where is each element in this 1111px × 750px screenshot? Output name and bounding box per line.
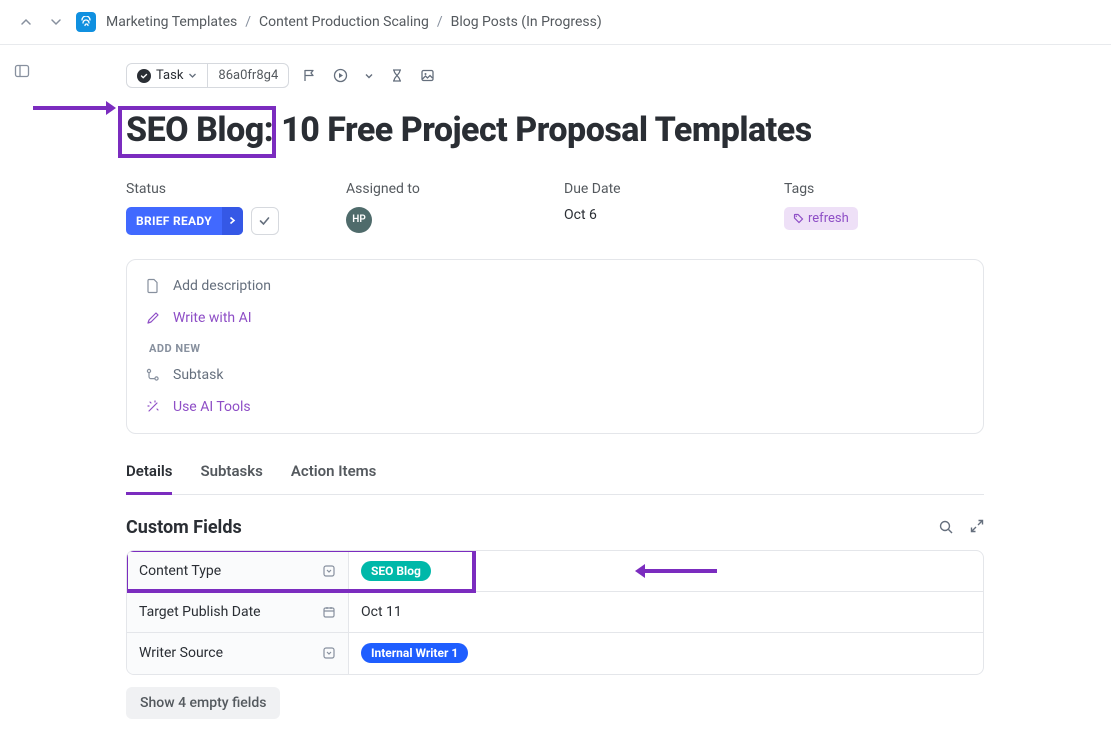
nav-forward-icon[interactable] [46,14,66,30]
task-type-label: Task [156,68,183,83]
show-empty-fields-button[interactable]: Show 4 empty fields [126,687,280,719]
write-with-ai-label: Write with AI [173,310,252,326]
add-description-label: Add description [173,278,271,294]
calendar-icon [322,605,336,619]
custom-field-label-text: Target Publish Date [139,604,261,620]
custom-fields-title: Custom Fields [126,517,242,538]
task-type-chip[interactable]: Task [127,64,208,87]
writer-source-badge: Internal Writer 1 [361,643,468,663]
avatar[interactable]: HP [346,207,372,233]
subtask-icon [145,368,161,382]
use-ai-tools-label: Use AI Tools [173,399,251,415]
assigned-label: Assigned to [346,181,564,197]
breadcrumb-item[interactable]: Content Production Scaling [259,14,429,30]
content-type-badge: SEO Blog [361,561,431,581]
tags-label: Tags [784,181,984,197]
hourglass-icon[interactable] [387,65,407,86]
custom-field-label: Content Type [127,551,349,591]
sparkle-icon [145,400,161,414]
target-publish-date-value: Oct 11 [361,604,402,620]
tag-icon [793,213,804,224]
play-icon[interactable] [330,65,351,86]
task-id-chip[interactable]: 86a0fr8g4 [208,64,288,87]
custom-field-row[interactable]: Content Type SEO Blog [127,551,983,592]
due-date-value[interactable]: Oct 6 [564,207,784,223]
write-with-ai-button[interactable]: Write with AI [127,302,983,334]
custom-field-value[interactable]: Oct 11 [349,592,983,632]
pencil-icon [145,311,161,325]
expand-icon[interactable] [970,519,984,535]
breadcrumb-item[interactable]: Marketing Templates [106,14,237,30]
breadcrumb-item[interactable]: Blog Posts (In Progress) [451,14,602,30]
dropdown-icon [322,564,336,578]
task-type-chip-group: Task 86a0fr8g4 [126,63,289,88]
tab-subtasks[interactable]: Subtasks [200,462,262,494]
add-subtask-button[interactable]: Subtask [127,359,983,391]
custom-field-label: Target Publish Date [127,592,349,632]
custom-field-row[interactable]: Writer Source Internal Writer 1 [127,633,983,674]
status-label: Status [126,181,346,197]
task-check-dot-icon [137,69,151,83]
image-icon[interactable] [417,65,438,86]
annotation-arrow-icon [28,98,118,118]
custom-field-label-text: Content Type [139,563,221,579]
nav-back-icon[interactable] [16,14,36,30]
status-next-icon[interactable] [222,207,243,235]
status-chip[interactable]: BRIEF READY [126,207,243,235]
description-box: Add description Write with AI ADD NEW Su… [126,259,984,434]
add-description-button[interactable]: Add description [127,270,983,302]
custom-field-value[interactable]: SEO Blog [349,551,983,591]
tab-action-items[interactable]: Action Items [291,462,377,494]
top-bar: Marketing Templates / Content Production… [0,0,1111,45]
chevron-down-icon [188,71,197,80]
custom-fields-table: Content Type SEO Blog Target Publish Dat… [126,550,984,675]
custom-field-label: Writer Source [127,633,349,674]
tab-details[interactable]: Details [126,462,172,495]
page-title[interactable]: SEO Blog: 10 Free Project Proposal Templ… [126,110,1111,151]
status-text: BRIEF READY [126,214,222,228]
add-new-heading: ADD NEW [127,334,983,359]
meta-row: Status BRIEF READY Assigned to HP [126,181,1111,235]
add-subtask-label: Subtask [173,367,223,383]
breadcrumb-separator: / [245,14,251,30]
flag-icon[interactable] [299,65,320,86]
custom-field-label-text: Writer Source [139,645,223,661]
chevron-down-icon[interactable] [361,68,377,84]
tag-chip[interactable]: refresh [784,207,858,230]
breadcrumb: Marketing Templates / Content Production… [106,14,602,30]
custom-field-row[interactable]: Target Publish Date Oct 11 [127,592,983,633]
task-toolbar: Task 86a0fr8g4 [126,45,1111,88]
complete-button[interactable] [251,207,279,235]
search-icon[interactable] [938,519,954,535]
dropdown-icon [322,646,336,660]
custom-fields-header: Custom Fields [126,517,984,538]
tabs: Details Subtasks Action Items [126,462,984,495]
custom-field-value[interactable]: Internal Writer 1 [349,633,983,674]
space-icon[interactable] [76,12,96,32]
due-date-label: Due Date [564,181,784,197]
tag-text: refresh [808,211,849,226]
use-ai-tools-button[interactable]: Use AI Tools [127,391,983,423]
breadcrumb-separator: / [437,14,443,30]
document-icon [145,278,161,294]
